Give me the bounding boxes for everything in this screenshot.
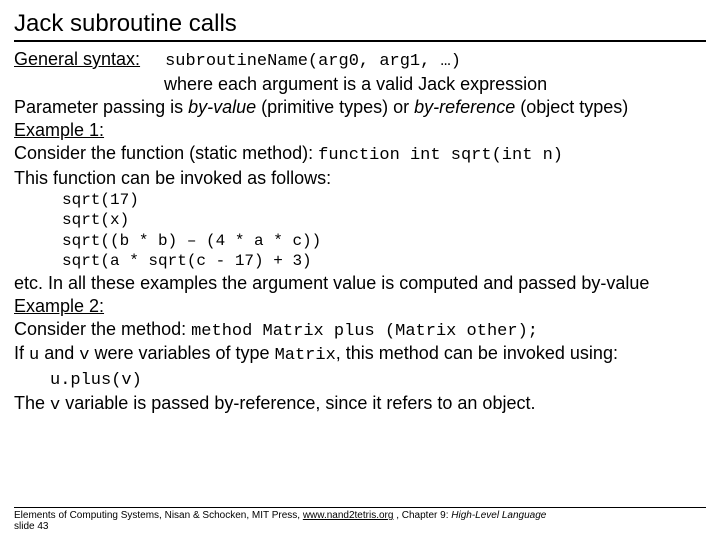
- footer-a: Elements of Computing Systems, Nisan & S…: [14, 510, 303, 521]
- consider-function-a: Consider the function (static method):: [14, 143, 318, 163]
- function-signature: function int sqrt(int n): [318, 146, 563, 165]
- uv-line: If u and v were variables of type Matrix…: [14, 342, 706, 392]
- invoke-as-line: This function can be invoked as follows:: [14, 167, 706, 190]
- call-example-3: sqrt(a * sqrt(c - 17) + 3): [62, 251, 706, 271]
- uv-b: and: [39, 343, 79, 363]
- call-example-0: sqrt(17): [62, 190, 706, 210]
- uv-a: If: [14, 343, 29, 363]
- uv-c: were variables of type: [89, 343, 274, 363]
- slide-title: Jack subroutine calls: [14, 10, 706, 38]
- vpass-v: v: [50, 396, 60, 415]
- param-passing-a: Parameter passing is: [14, 97, 188, 117]
- consider-method-line: Consider the method: method Matrix plus …: [14, 318, 706, 343]
- vpass-b: variable is passed by-reference, since i…: [60, 393, 535, 413]
- footer-link: www.nand2tetris.org: [303, 510, 394, 521]
- vpass-line: The v variable is passed by-reference, s…: [14, 392, 706, 417]
- footer-slide: slide 43: [14, 521, 48, 532]
- param-passing-line: Parameter passing is by-value (primitive…: [14, 96, 706, 119]
- title-rule: [14, 40, 706, 42]
- uv-matrix: Matrix: [275, 346, 336, 365]
- general-syntax-code: subroutineName(arg0, arg1, …): [165, 52, 461, 71]
- by-value: by-value: [188, 97, 256, 117]
- general-syntax-label: General syntax:: [14, 49, 140, 69]
- consider-method-a: Consider the method:: [14, 319, 191, 339]
- method-signature: method Matrix plus (Matrix other);: [191, 322, 538, 341]
- call-example-2: sqrt((b * b) – (4 * a * c)): [62, 231, 706, 251]
- footer-b: , Chapter 9:: [393, 510, 451, 521]
- by-reference: by-reference: [414, 97, 515, 117]
- uv-u: u: [29, 346, 39, 365]
- vpass-a: The: [14, 393, 50, 413]
- consider-function-line: Consider the function (static method): f…: [14, 142, 706, 167]
- uv-d: , this method can be invoked using:: [336, 343, 618, 363]
- slide-body: General syntax: subroutineName(arg0, arg…: [14, 48, 706, 417]
- call-example-1: sqrt(x): [62, 210, 706, 230]
- uv-call: u.plus(v): [50, 371, 142, 390]
- slide: Jack subroutine calls General syntax: su…: [0, 0, 720, 540]
- uv-v: v: [79, 346, 89, 365]
- param-passing-b: (primitive types) or: [256, 97, 414, 117]
- param-passing-c: (object types): [515, 97, 628, 117]
- example2-label: Example 2:: [14, 295, 706, 318]
- general-syntax-line: General syntax: subroutineName(arg0, arg…: [14, 48, 706, 73]
- footer-c: High-Level Language: [451, 510, 546, 521]
- example1-label: Example 1:: [14, 119, 706, 142]
- etc-line: etc. In all these examples the argument …: [14, 272, 706, 295]
- footer: Elements of Computing Systems, Nisan & S…: [14, 507, 706, 532]
- general-syntax-tail: where each argument is a valid Jack expr…: [164, 73, 706, 96]
